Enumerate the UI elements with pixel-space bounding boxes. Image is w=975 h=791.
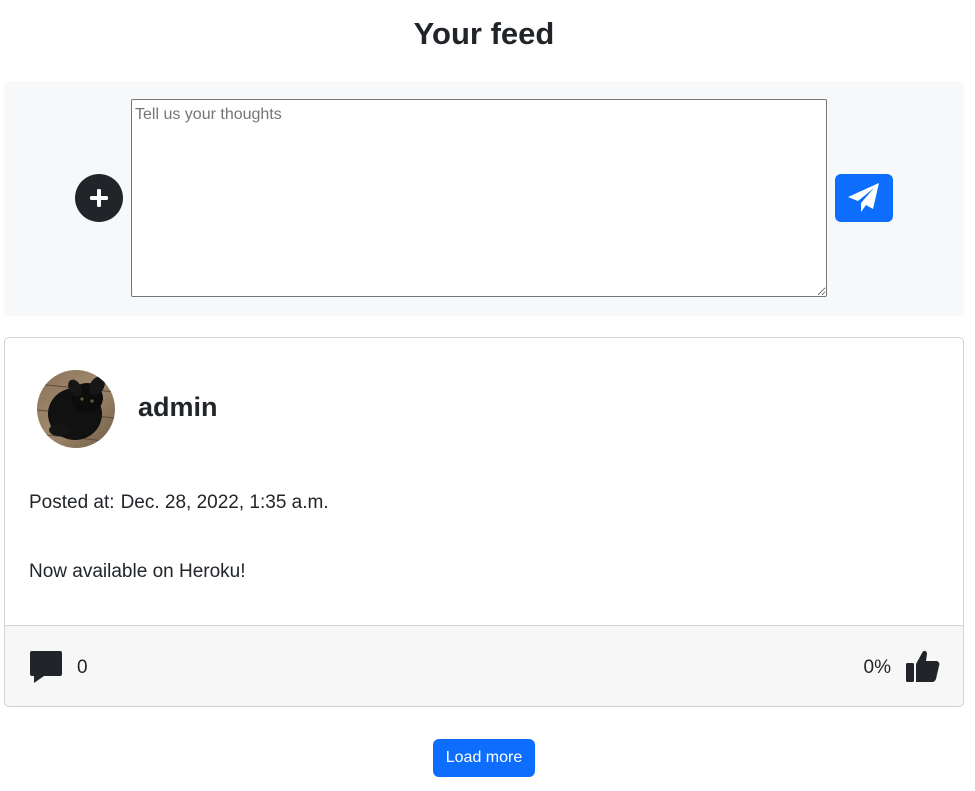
thoughts-input[interactable]: [131, 99, 827, 297]
post-content: Now available on Heroku!: [29, 561, 246, 582]
post-composer: [5, 82, 963, 314]
paper-plane-icon: [848, 183, 879, 212]
post-timestamp: Posted at: Dec. 28, 2022, 1:35 a.m.: [29, 491, 329, 515]
like-percentage: 0%: [863, 657, 891, 678]
post-card: admin Posted at: Dec. 28, 2022, 1:35 a.m…: [4, 337, 964, 707]
posted-at-label: Posted at:: [29, 492, 115, 513]
dog-photo: [37, 370, 115, 448]
comment-count: 0: [77, 657, 88, 678]
comment-icon[interactable]: [29, 650, 63, 684]
thumbs-up-icon[interactable]: [905, 649, 941, 683]
add-attachment-button[interactable]: [75, 174, 123, 222]
send-post-button[interactable]: [835, 174, 893, 222]
plus-icon: [90, 189, 108, 207]
posted-at-value: Dec. 28, 2022, 1:35 a.m.: [120, 492, 329, 513]
post-footer: 0 0%: [5, 625, 963, 706]
post-author[interactable]: admin: [138, 390, 218, 424]
load-more-button[interactable]: Load more: [433, 739, 535, 777]
feed-page: Your feed Tell us your thoughts admin Po…: [0, 0, 975, 791]
page-title: Your feed: [413, 16, 555, 51]
author-avatar[interactable]: [37, 370, 115, 448]
